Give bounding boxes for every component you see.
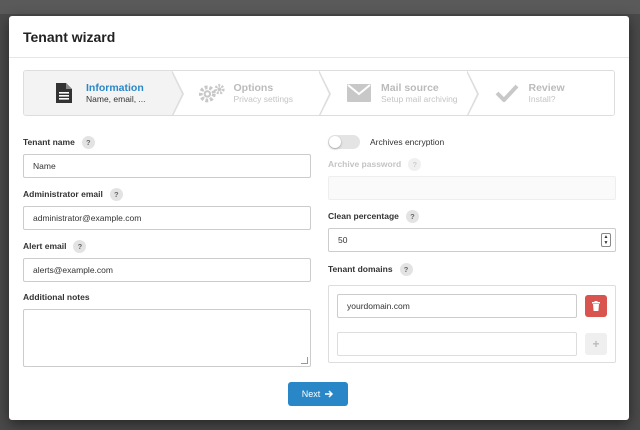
background-toolbar	[0, 0, 640, 14]
help-icon: ?	[408, 157, 422, 171]
trash-icon	[592, 301, 601, 311]
field-label: Tenant name	[23, 137, 75, 147]
modal-header: Tenant wizard	[9, 16, 629, 58]
step-information[interactable]: Information Name, email, ...	[24, 71, 184, 115]
step-title: Information	[86, 81, 144, 94]
step-title: Review	[528, 81, 565, 94]
field-label: Clean percentage	[328, 211, 399, 221]
clean-percentage-input[interactable]: 50 ▲ ▼	[328, 228, 616, 252]
step-mail-source[interactable]: Mail source Setup mail archiving	[319, 71, 479, 115]
arrow-right-icon	[325, 390, 334, 398]
help-icon[interactable]: ?	[405, 209, 419, 223]
domain-row-new: +	[337, 332, 607, 356]
help-icon[interactable]: ?	[73, 239, 87, 253]
step-title: Options	[233, 81, 274, 94]
help-icon[interactable]: ?	[81, 135, 95, 149]
field-label: Alert email	[23, 241, 67, 251]
help-icon[interactable]: ?	[109, 187, 123, 201]
step-review[interactable]: Review Install?	[466, 71, 614, 115]
step-separator	[465, 71, 479, 115]
field-encryption: Archives encryption	[328, 134, 444, 150]
field-label: Archive password	[328, 159, 402, 169]
field-label: Administrator email	[23, 189, 103, 199]
clean-percentage-value: 50	[338, 235, 348, 245]
gears-icon	[198, 79, 226, 107]
step-subtitle: Install?	[528, 94, 556, 105]
domain-input[interactable]: yourdomain.com	[337, 294, 578, 318]
check-icon	[493, 79, 521, 107]
document-icon	[50, 79, 78, 107]
archive-password-input	[328, 176, 616, 200]
field-notes: Additional notes	[23, 289, 311, 367]
domain-row: yourdomain.com	[337, 294, 607, 318]
field-tenant-domains: Tenant domains? yourdomain.com +	[328, 261, 616, 363]
field-label: Tenant domains	[328, 264, 393, 274]
field-label: Additional notes	[23, 292, 90, 302]
step-separator	[170, 71, 184, 115]
step-subtitle: Privacy settings	[233, 94, 294, 105]
wizard-steps: Information Name, email, ... Options Pri…	[23, 70, 615, 116]
delete-domain-button[interactable]	[585, 295, 607, 317]
domains-list: yourdomain.com +	[328, 285, 616, 363]
tenant-name-input[interactable]: Name	[23, 154, 311, 178]
toggle-label: Archives encryption	[370, 137, 445, 147]
modal-title: Tenant wizard	[23, 29, 116, 45]
help-icon[interactable]: ?	[399, 262, 413, 276]
next-button[interactable]: Next	[288, 382, 348, 406]
add-domain-button[interactable]: +	[585, 333, 607, 355]
next-button-label: Next	[301, 389, 321, 399]
step-title: Mail source	[381, 81, 439, 94]
field-alert-email: Alert email? alerts@example.com	[23, 238, 311, 282]
envelope-icon	[345, 79, 373, 107]
admin-email-input[interactable]: administrator@example.com	[23, 206, 311, 230]
tenant-wizard-modal: Tenant wizard Information Name, email, .…	[9, 16, 629, 420]
alert-email-input[interactable]: alerts@example.com	[23, 258, 311, 282]
notes-textarea[interactable]	[23, 309, 311, 367]
field-clean-percentage: Clean percentage? 50 ▲ ▼	[328, 208, 616, 252]
step-separator	[318, 71, 331, 115]
field-tenant-name: Tenant name? Name	[23, 134, 311, 178]
resize-handle-icon[interactable]	[301, 357, 308, 364]
step-subtitle: Setup mail archiving	[381, 94, 458, 105]
number-stepper-icon[interactable]: ▲ ▼	[601, 233, 611, 247]
encryption-toggle[interactable]	[328, 135, 360, 149]
field-archive-password: Archive password?	[328, 156, 616, 200]
new-domain-input[interactable]	[337, 332, 578, 356]
toggle-knob	[329, 136, 341, 148]
step-options[interactable]: Options Privacy settings	[171, 71, 331, 115]
field-admin-email: Administrator email? administrator@examp…	[23, 186, 311, 230]
step-subtitle: Name, email, ...	[86, 94, 146, 105]
